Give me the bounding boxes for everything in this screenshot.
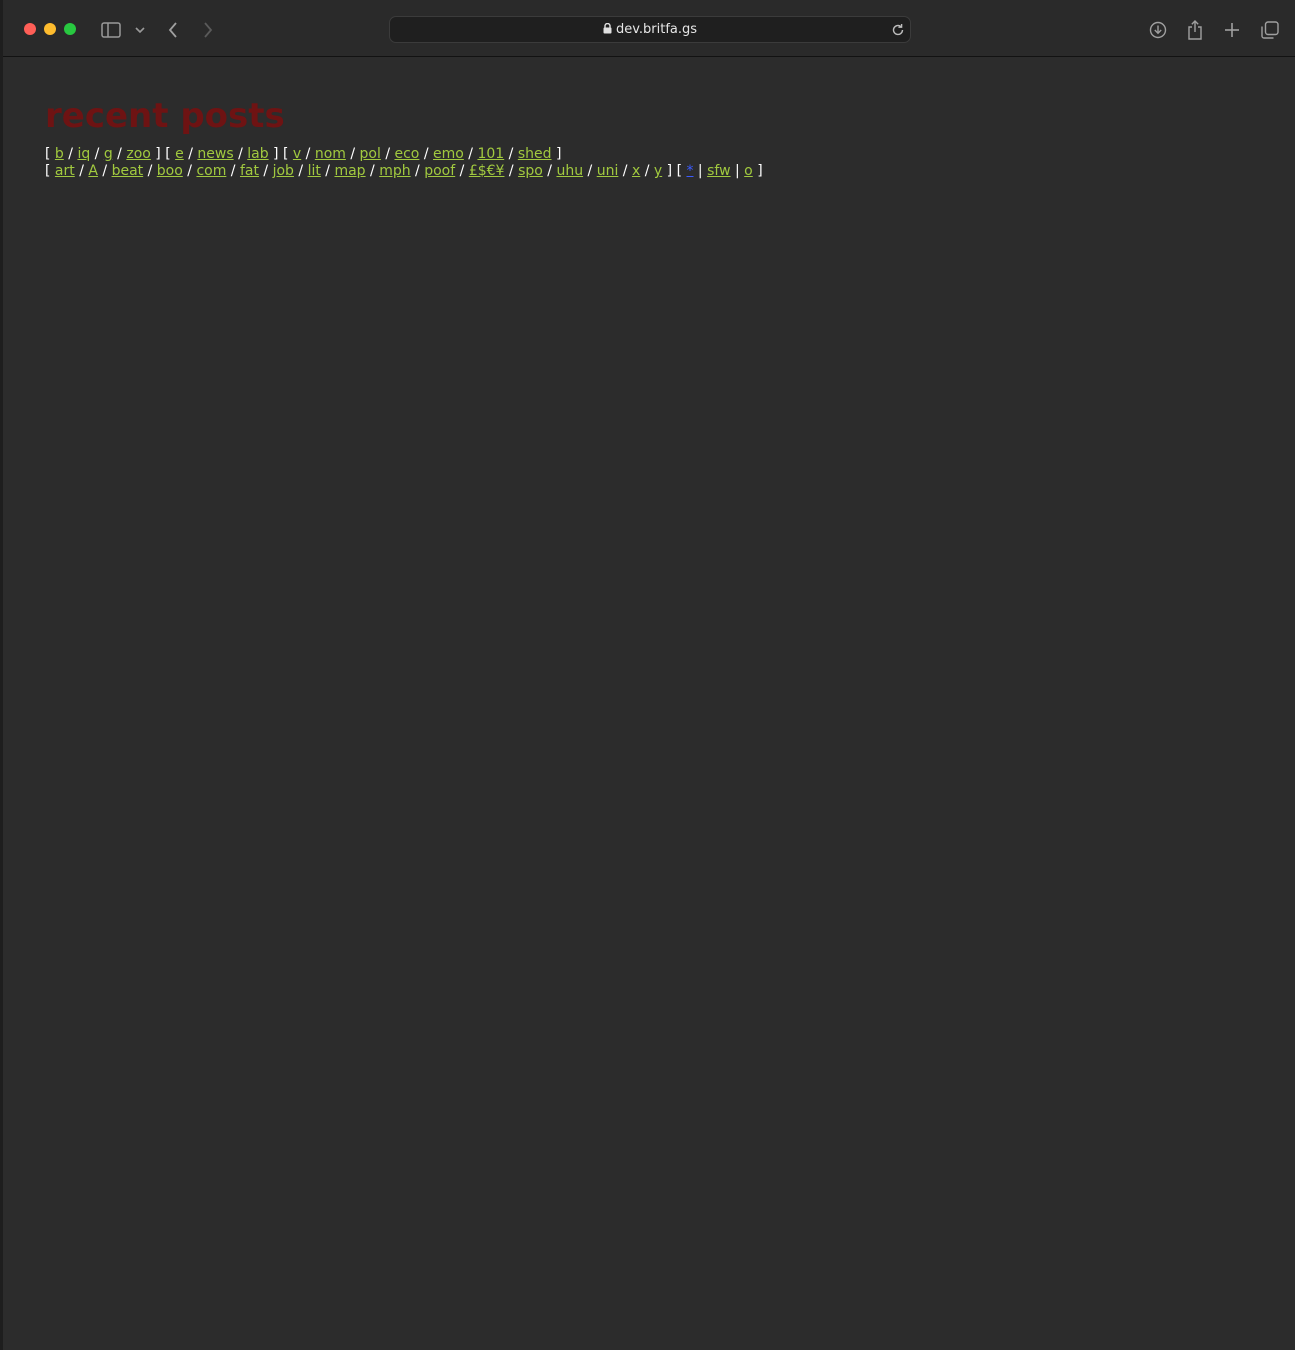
board-separator: / [301, 146, 315, 162]
board-link[interactable]: shed [518, 146, 552, 162]
address-bar[interactable]: dev.britfa.gs [389, 16, 911, 43]
board-separator: / [455, 163, 469, 179]
close-window-button[interactable] [24, 23, 36, 35]
board-separator: | [693, 163, 708, 179]
board-link[interactable]: £$€¥ [469, 163, 505, 179]
board-nav-row: [ b / iq / g / zoo ] [ e / news / lab ] … [45, 146, 763, 163]
board-separator: / [143, 163, 157, 179]
board-link[interactable]: iq [77, 146, 90, 162]
page-content: recent posts [ b / iq / g / zoo ] [ e / … [45, 96, 763, 180]
bracket-close: ] [752, 163, 763, 179]
board-link[interactable]: news [197, 146, 233, 162]
minimize-window-button[interactable] [44, 23, 56, 35]
download-icon[interactable] [1147, 18, 1169, 42]
browser-window: dev.britfa.gs recent posts [ b / iq / g … [3, 0, 1295, 1350]
board-link[interactable]: com [196, 163, 226, 179]
board-link[interactable]: e [175, 146, 184, 162]
board-separator: / [112, 146, 127, 162]
board-link[interactable]: nom [315, 146, 346, 162]
board-separator: / [183, 146, 198, 162]
board-separator: / [90, 146, 104, 162]
bracket-close: ] [150, 146, 161, 162]
bracket-close: ] [662, 163, 673, 179]
maximize-window-button[interactable] [64, 23, 76, 35]
board-link[interactable]: y [654, 163, 662, 179]
board-link[interactable]: sfw [707, 163, 730, 179]
board-link[interactable]: boo [157, 163, 183, 179]
board-link[interactable]: emo [433, 146, 464, 162]
page-title: recent posts [45, 96, 285, 136]
address-url: dev.britfa.gs [615, 22, 698, 37]
board-link[interactable]: mph [379, 163, 410, 179]
board-link[interactable]: zoo [126, 146, 150, 162]
sidebar-icon[interactable] [100, 18, 122, 42]
board-separator: | [730, 163, 745, 179]
board-link[interactable]: 101 [477, 146, 504, 162]
board-separator: / [226, 163, 240, 179]
board-nav-row: [ art / A / beat / boo / com / fat / job… [45, 163, 763, 180]
board-separator: / [233, 146, 248, 162]
board-link[interactable]: map [334, 163, 365, 179]
board-link[interactable]: fat [240, 163, 259, 179]
board-link[interactable]: spo [518, 163, 543, 179]
board-separator: / [618, 163, 632, 179]
board-link[interactable]: lab [247, 146, 268, 162]
board-separator: / [63, 146, 78, 162]
board-link[interactable]: pol [360, 146, 381, 162]
board-link[interactable]: lit [308, 163, 321, 179]
bracket-open: [ [282, 146, 293, 162]
board-navigation: [ b / iq / g / zoo ] [ e / news / lab ] … [45, 146, 763, 180]
board-separator: / [504, 146, 518, 162]
board-link[interactable]: art [55, 163, 75, 179]
bracket-open: [ [45, 163, 55, 179]
board-link[interactable]: v [293, 146, 301, 162]
board-separator: / [365, 163, 380, 179]
reload-icon[interactable] [891, 22, 905, 41]
board-link[interactable]: o [744, 163, 753, 179]
bracket-open: [ [45, 146, 55, 162]
board-separator: / [583, 163, 597, 179]
board-link[interactable]: job [273, 163, 294, 179]
board-separator: / [182, 163, 197, 179]
chevron-down-icon[interactable] [133, 18, 147, 42]
browser-toolbar: dev.britfa.gs [3, 0, 1295, 57]
board-separator: / [640, 163, 654, 179]
plus-icon[interactable] [1222, 18, 1242, 42]
bracket-close: ] [551, 146, 562, 162]
bracket-open: [ [165, 146, 176, 162]
board-link[interactable]: g [104, 146, 113, 162]
board-separator: / [345, 146, 360, 162]
bracket-open: [ [676, 163, 687, 179]
bracket-close: ] [268, 146, 279, 162]
board-separator: / [380, 146, 395, 162]
board-separator: / [293, 163, 308, 179]
share-icon[interactable] [1185, 18, 1205, 42]
board-separator: / [97, 163, 112, 179]
board-separator: / [258, 163, 273, 179]
board-link[interactable]: beat [112, 163, 144, 179]
chevron-left-icon[interactable] [164, 18, 182, 42]
board-separator: / [410, 163, 425, 179]
board-link[interactable]: A [88, 163, 98, 179]
board-link[interactable]: eco [395, 146, 420, 162]
board-link[interactable]: poof [424, 163, 455, 179]
board-link[interactable]: b [55, 146, 64, 162]
board-separator: / [542, 163, 557, 179]
board-separator: / [320, 163, 335, 179]
chevron-right-icon[interactable] [199, 18, 217, 42]
board-separator: / [463, 146, 478, 162]
board-link[interactable]: uhu [556, 163, 583, 179]
board-separator: / [504, 163, 519, 179]
tabs-overview-icon[interactable] [1259, 18, 1281, 42]
board-link[interactable]: uni [597, 163, 619, 179]
lock-icon [603, 22, 612, 38]
board-separator: / [74, 163, 89, 179]
board-separator: / [419, 146, 434, 162]
